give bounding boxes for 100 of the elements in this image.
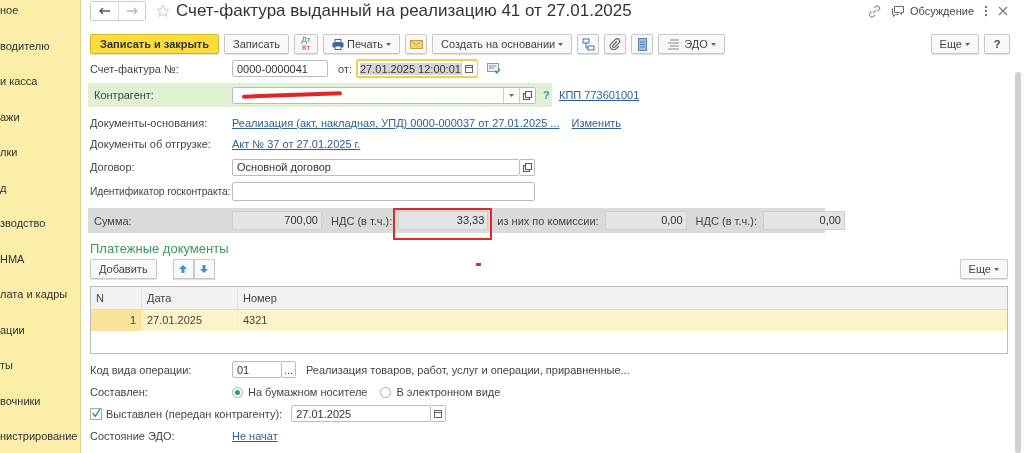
amount-field: 700,00 (232, 211, 322, 230)
amount-field: 0,00 (604, 211, 687, 230)
open-button[interactable] (520, 158, 535, 176)
discussion-link[interactable]: Обсуждение (890, 5, 974, 17)
calendar-icon (465, 64, 474, 73)
caret-icon (386, 42, 392, 46)
counterparty-field[interactable] (232, 86, 536, 104)
more-button[interactable]: Еще (959, 259, 1008, 279)
sidebar-item[interactable]: зводство (0, 216, 80, 252)
shipment-document-link[interactable]: Акт № 37 от 27.01.2025 г. (232, 138, 361, 150)
amount-field: 33,33 (398, 211, 489, 230)
printer-icon (332, 38, 345, 50)
checkbox-label: Выставлен (передан контрагенту): (106, 407, 283, 420)
link-icon[interactable] (867, 4, 881, 18)
help-button[interactable]: ? (984, 34, 1010, 54)
move-up-button[interactable] (172, 259, 194, 279)
sidebar-item[interactable]: ное (0, 3, 80, 39)
close-icon[interactable] (998, 6, 1008, 16)
table-cell: 1 (91, 310, 141, 331)
sidebar-item[interactable]: ажи (0, 109, 80, 145)
left-arrow-icon (99, 7, 110, 15)
gov-contract-field[interactable] (232, 182, 535, 201)
column-header[interactable]: Номер (237, 287, 1007, 309)
sidebar-item[interactable]: нистрирование (0, 429, 80, 453)
report-button[interactable] (631, 34, 654, 54)
sidebar-item[interactable]: вочники (0, 393, 80, 429)
chat-icon (890, 5, 905, 17)
hierarchy-icon (581, 37, 595, 51)
field-label: Состояние ЭДО: (90, 430, 176, 442)
document-icon (637, 37, 647, 51)
move-down-button[interactable] (193, 259, 215, 279)
paperclip-icon (609, 38, 622, 50)
contract-field[interactable]: Основной договор (232, 158, 520, 176)
attach-button[interactable] (604, 34, 627, 54)
caret-icon (994, 267, 999, 271)
column-header[interactable]: Дата (141, 287, 237, 309)
checkbox[interactable] (90, 407, 102, 420)
calendar-icon (434, 409, 443, 418)
open-window-icon (522, 162, 532, 172)
field-label: Сумма: (93, 214, 133, 227)
field-label: Договор: (90, 161, 136, 173)
amount-field: 0,00 (762, 211, 845, 230)
select-button[interactable]: ... (282, 361, 296, 378)
number-field[interactable]: 0000-0000041 (232, 60, 328, 77)
operation-code-field[interactable]: 01 (232, 361, 282, 378)
field-label: Документы-основания: (90, 117, 209, 129)
radio-circle[interactable] (380, 386, 392, 398)
sidebar-item[interactable]: НМА (0, 251, 80, 287)
caret-icon (965, 42, 970, 46)
base-document-link[interactable]: Реализация (акт, накладная, УПД) 0000-000037 от 27.01.2025 ... (232, 117, 560, 129)
caret-icon (509, 93, 514, 97)
table-cell: 4321 (237, 310, 1007, 331)
sidebar-item[interactable]: и касса (0, 74, 80, 110)
window-title: Счет-фактура выданный на реализацию 41 от 27.01.2025 (176, 1, 632, 21)
date-field[interactable]: 27.01.2025 12:00:01 (356, 59, 478, 78)
kpp-link[interactable]: КПП 773601001 (559, 89, 640, 101)
sidebar-item[interactable]: ты (0, 358, 80, 394)
radio-option[interactable]: В электронном виде (380, 386, 501, 398)
section-title: Платежные документы (90, 240, 229, 256)
more-button[interactable]: Еще (930, 34, 979, 54)
right-arrow-icon (126, 7, 138, 15)
issued-date-field[interactable]: 27.01.2025 (291, 405, 432, 422)
field-label: Счет-фактура №: (90, 62, 180, 75)
column-header[interactable]: N (91, 287, 141, 309)
open-window-icon[interactable] (523, 90, 532, 100)
calendar-button[interactable] (431, 405, 447, 422)
sidebar-item[interactable]: лки (0, 145, 80, 181)
sidebar-item[interactable]: водителю (0, 38, 80, 74)
radio-option[interactable]: На бумажном носителе (232, 386, 368, 398)
scrollbar[interactable] (1015, 72, 1021, 453)
more-vertical-icon[interactable] (984, 5, 988, 17)
sidebar-item[interactable]: лата и кадры (0, 287, 80, 323)
edo-state-link[interactable]: Не начат (232, 430, 278, 442)
sidebar-item[interactable]: ации (0, 322, 80, 358)
sidebar-item[interactable]: д (0, 180, 80, 216)
save-button[interactable]: Записать (224, 34, 290, 54)
star-icon[interactable] (156, 4, 170, 18)
field-label: НДС (в т.ч.): (695, 214, 757, 227)
radio-circle[interactable] (232, 386, 243, 398)
save-close-button[interactable]: Записать и закрыть (90, 34, 220, 54)
checklist-icon[interactable] (487, 63, 500, 74)
field-label: Идентификатор госконтракта: (90, 186, 232, 197)
stray-mark (476, 263, 481, 266)
add-button[interactable]: Добавить (90, 259, 157, 279)
caret-icon (710, 42, 716, 46)
create-based-button[interactable]: Создать на основании (432, 34, 573, 54)
email-button[interactable] (405, 34, 428, 54)
print-button[interactable]: Печать (323, 34, 401, 54)
dt-kt-button[interactable]: Дт Кт (294, 34, 319, 54)
field-label: от: (338, 62, 352, 75)
edo-button[interactable]: ЭДО (658, 34, 725, 54)
structure-button[interactable] (577, 34, 600, 54)
table-cell: 27.01.2025 (141, 310, 237, 331)
exchange-icon (667, 38, 682, 50)
field-label: Код вида операции: (90, 363, 193, 376)
field-label: НДС (в т.ч.): (331, 214, 393, 227)
field-label: Контрагент: (93, 89, 155, 101)
up-arrow-icon (178, 264, 189, 274)
change-link[interactable]: Изменить (571, 117, 622, 129)
table-row[interactable]: 1 27.01.2025 4321 (91, 310, 1007, 331)
